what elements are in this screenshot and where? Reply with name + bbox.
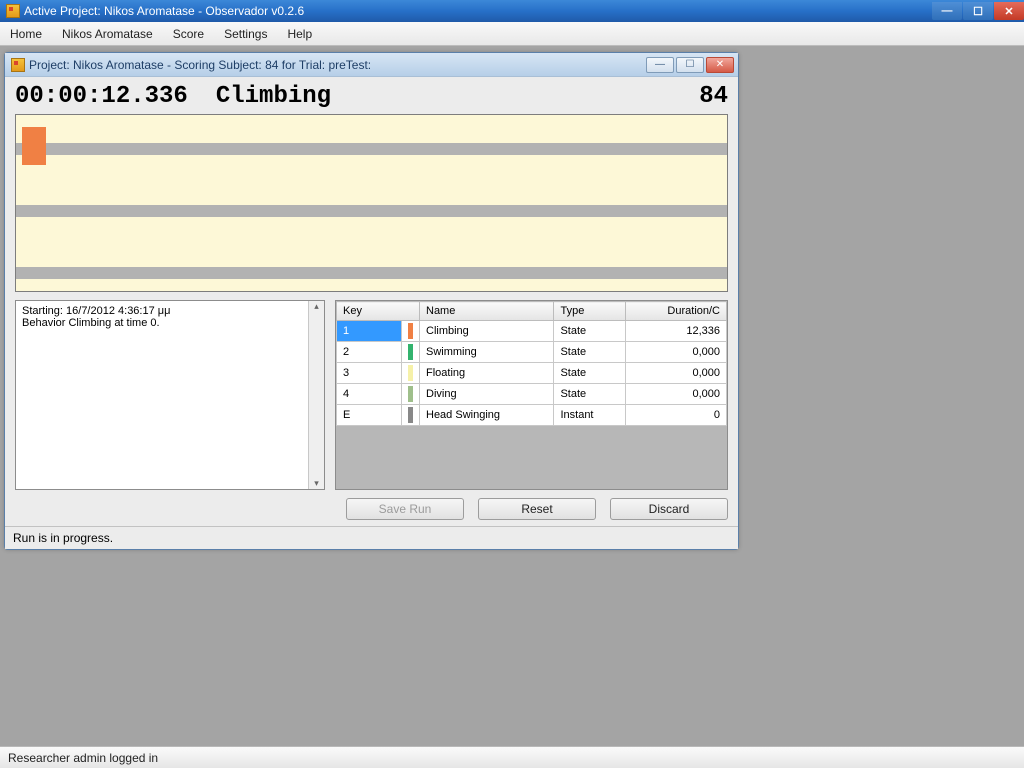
cell-name: Head Swinging xyxy=(420,405,554,426)
timeline-track xyxy=(16,205,727,217)
cell-duration: 12,336 xyxy=(625,321,726,342)
scoring-window-icon xyxy=(11,58,25,72)
cell-key: 4 xyxy=(337,384,402,405)
cell-duration: 0,000 xyxy=(625,342,726,363)
cell-name: Diving xyxy=(420,384,554,405)
col-name[interactable]: Name xyxy=(420,302,554,321)
window-close-button[interactable]: ✕ xyxy=(994,2,1024,20)
scrollbar[interactable] xyxy=(308,301,324,489)
menu-score[interactable]: Score xyxy=(173,27,204,41)
cell-color xyxy=(402,342,420,363)
app-statusbar: Researcher admin logged in xyxy=(0,746,1024,768)
save-run-button[interactable]: Save Run xyxy=(346,498,464,520)
mdi-workspace: Project: Nikos Aromatase - Scoring Subje… xyxy=(0,46,1024,746)
current-behavior-label: Climbing xyxy=(216,83,699,110)
timeline-panel[interactable] xyxy=(15,114,728,292)
cell-duration: 0,000 xyxy=(625,384,726,405)
event-log[interactable]: Starting: 16/7/2012 4:36:17 μμ Behavior … xyxy=(15,300,325,490)
reset-button[interactable]: Reset xyxy=(478,498,596,520)
cell-name: Floating xyxy=(420,363,554,384)
window-minimize-button[interactable]: — xyxy=(932,2,962,20)
run-status-label: Run is in progress. xyxy=(5,526,738,549)
cell-type: State xyxy=(554,384,625,405)
col-duration[interactable]: Duration/C xyxy=(625,302,726,321)
col-key[interactable]: Key xyxy=(337,302,420,321)
cell-color xyxy=(402,321,420,342)
cell-type: Instant xyxy=(554,405,625,426)
behavior-grid[interactable]: Key Name Type Duration/C 1ClimbingState1… xyxy=(335,300,728,490)
table-row[interactable]: E Head SwingingInstant0 xyxy=(337,405,727,426)
timer-readout: 00:00:12.336 xyxy=(15,83,188,110)
menu-home[interactable]: Home xyxy=(10,27,42,41)
cell-duration: 0,000 xyxy=(625,363,726,384)
window-maximize-button[interactable]: ☐ xyxy=(963,2,993,20)
scoring-window-title: Project: Nikos Aromatase - Scoring Subje… xyxy=(29,58,371,72)
scoring-window-titlebar: Project: Nikos Aromatase - Scoring Subje… xyxy=(5,53,738,77)
cell-color xyxy=(402,405,420,426)
child-maximize-button[interactable]: ☐ xyxy=(676,57,704,73)
menubar: Home Nikos Aromatase Score Settings Help xyxy=(0,22,1024,46)
cell-name: Climbing xyxy=(420,321,554,342)
subject-id-label: 84 xyxy=(699,83,728,110)
timeline-track xyxy=(16,143,727,155)
cell-type: State xyxy=(554,342,625,363)
table-row[interactable]: 3 FloatingState0,000 xyxy=(337,363,727,384)
discard-button[interactable]: Discard xyxy=(610,498,728,520)
timeline-track xyxy=(16,267,727,279)
cell-name: Swimming xyxy=(420,342,554,363)
log-line: Starting: 16/7/2012 4:36:17 μμ xyxy=(22,305,318,317)
cell-color xyxy=(402,384,420,405)
table-row[interactable]: 4 DivingState0,000 xyxy=(337,384,727,405)
timeline-event-marker xyxy=(22,127,46,165)
col-type[interactable]: Type xyxy=(554,302,625,321)
log-line: Behavior Climbing at time 0. xyxy=(22,317,318,329)
menu-settings[interactable]: Settings xyxy=(224,27,267,41)
cell-type: State xyxy=(554,321,625,342)
menu-help[interactable]: Help xyxy=(287,27,312,41)
cell-color xyxy=(402,363,420,384)
app-titlebar: Active Project: Nikos Aromatase - Observ… xyxy=(0,0,1024,22)
table-row[interactable]: 1 ClimbingState12,336 xyxy=(337,321,727,342)
app-title: Active Project: Nikos Aromatase - Observ… xyxy=(24,4,304,18)
score-header: 00:00:12.336 Climbing 84 xyxy=(5,77,738,114)
scoring-window: Project: Nikos Aromatase - Scoring Subje… xyxy=(4,52,739,550)
cell-key: 1 xyxy=(337,321,402,342)
cell-key: E xyxy=(337,405,402,426)
table-row[interactable]: 2 SwimmingState0,000 xyxy=(337,342,727,363)
cell-key: 2 xyxy=(337,342,402,363)
cell-duration: 0 xyxy=(625,405,726,426)
status-text: Researcher admin logged in xyxy=(8,751,158,765)
menu-project[interactable]: Nikos Aromatase xyxy=(62,27,153,41)
app-icon xyxy=(6,4,20,18)
child-minimize-button[interactable]: — xyxy=(646,57,674,73)
child-close-button[interactable]: ✕ xyxy=(706,57,734,73)
cell-type: State xyxy=(554,363,625,384)
cell-key: 3 xyxy=(337,363,402,384)
